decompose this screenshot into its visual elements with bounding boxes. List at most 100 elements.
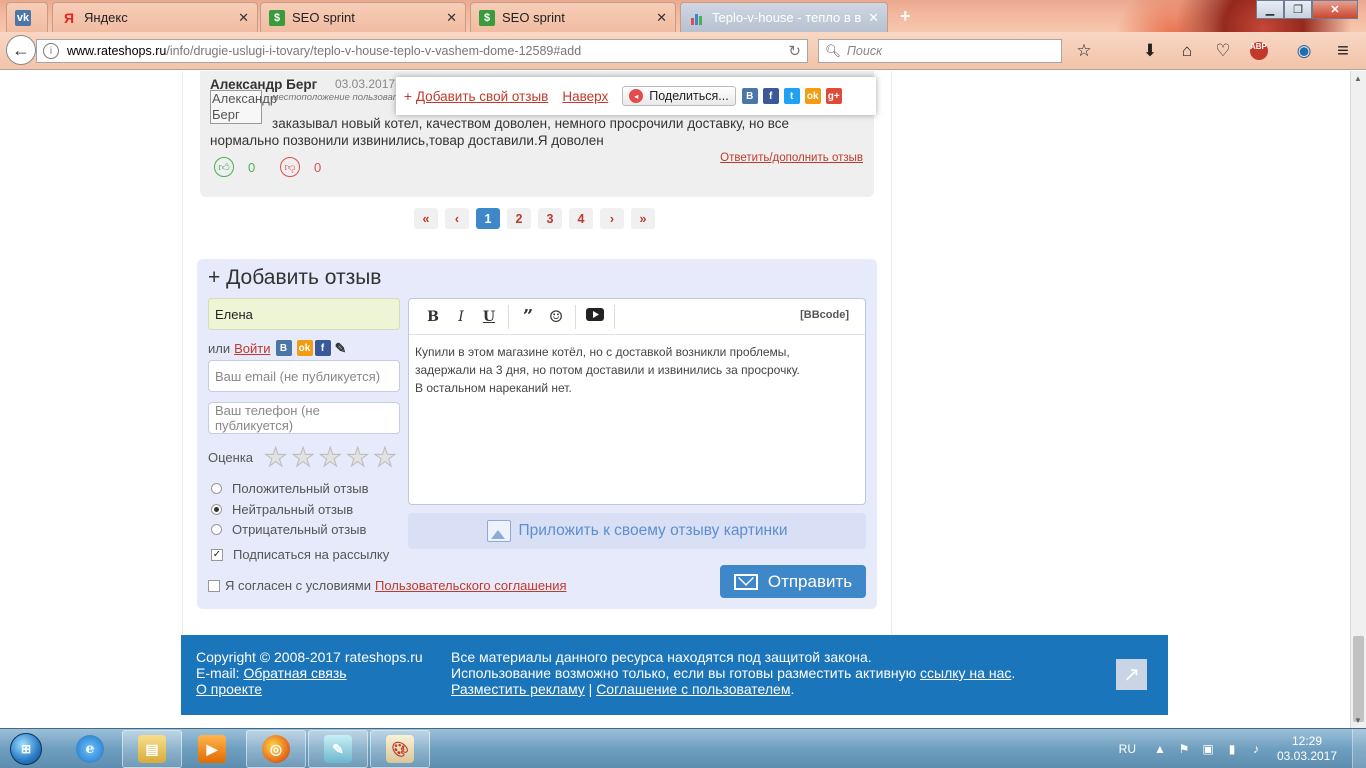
ads-link[interactable]: Разместить рекламу [451, 681, 585, 697]
page-1[interactable]: 1 [476, 208, 500, 229]
maximize-button[interactable]: ❐ [1284, 0, 1312, 19]
quote-icon[interactable]: ” [514, 306, 542, 327]
reload-icon[interactable]: ↻ [788, 42, 801, 60]
phone-field[interactable]: Ваш телефон (не публикуется) [208, 402, 400, 434]
close-icon[interactable]: ✕ [868, 10, 879, 26]
flag-icon[interactable]: ⚑ [1176, 741, 1192, 757]
link-to-us[interactable]: ссылку на нас [920, 665, 1011, 681]
tab-teplo-v-house[interactable]: Teplo-v-house - тепло в в... ✕ [680, 2, 888, 32]
language-indicator[interactable]: RU [1119, 742, 1136, 756]
scrollbar-thumb[interactable] [1353, 636, 1364, 722]
page-3[interactable]: 3 [538, 208, 562, 229]
taskbar-ie[interactable]: e [60, 730, 120, 768]
url-bar[interactable]: i www.rateshops.ru /info/drugie-uslugi-i… [36, 39, 808, 63]
rating-star-icon[interactable]: ★ [373, 444, 397, 471]
like-button[interactable]: 👍︎ 0 [214, 157, 255, 177]
video-icon[interactable] [581, 308, 609, 325]
close-icon[interactable]: ✕ [238, 10, 249, 26]
radio-button[interactable] [211, 504, 222, 515]
download-icon[interactable]: ⬇ [1140, 41, 1160, 61]
bookmark-star-icon[interactable]: ☆ [1074, 41, 1094, 61]
twitter-share-icon[interactable]: t [783, 88, 800, 104]
feedback-link[interactable]: Обратная связь [243, 665, 346, 681]
volume-icon[interactable]: ♪ [1248, 741, 1264, 757]
name-input[interactable]: Елена [208, 298, 400, 330]
tab-vk[interactable]: vk [6, 2, 48, 32]
add-review-link[interactable]: Добавить свой отзыв [416, 89, 548, 104]
agree-checkbox[interactable] [208, 579, 220, 592]
share-button[interactable]: ◂ Поделиться... [622, 86, 736, 106]
page-4[interactable]: 4 [569, 208, 593, 229]
pocket-icon[interactable]: ♡ [1213, 41, 1233, 61]
taskbar-explorer[interactable]: ▤ [122, 730, 182, 768]
page-2[interactable]: 2 [507, 208, 531, 229]
clock[interactable]: 12:29 03.03.2017 [1272, 734, 1342, 764]
vk-login-icon[interactable]: В [275, 340, 292, 356]
signal-icon[interactable]: ▮ [1224, 741, 1240, 757]
rating-star-icon[interactable]: ★ [345, 444, 369, 471]
eye-extension-icon[interactable]: ◉ [1294, 41, 1314, 61]
underline-button[interactable]: U [475, 309, 503, 325]
about-link[interactable]: О проекте [196, 681, 262, 697]
page-first[interactable]: « [414, 208, 438, 229]
openid-login-icon[interactable]: ✎ [333, 340, 349, 356]
show-desktop-button[interactable] [1352, 729, 1366, 768]
email-field[interactable]: Ваш email (не публикуется) [208, 360, 400, 392]
to-top-link[interactable]: Наверх [562, 89, 608, 104]
radio-button[interactable] [211, 483, 222, 494]
subscribe-row[interactable]: ✓ Подписаться на рассылку [211, 547, 389, 562]
review-textarea[interactable]: Купили в этом магазине котёл, но с доста… [409, 335, 865, 405]
ok-share-icon[interactable]: ok [804, 88, 821, 104]
ok-login-icon[interactable]: ok [296, 340, 313, 356]
agreement-link[interactable]: Пользовательского соглашения [375, 578, 567, 593]
close-window-button[interactable]: ✕ [1312, 0, 1358, 19]
rating-star-icon[interactable]: ★ [291, 444, 315, 471]
radio-button[interactable] [211, 524, 222, 535]
minimize-button[interactable]: ▁ [1256, 0, 1284, 19]
close-icon[interactable]: ✕ [446, 10, 457, 26]
send-button[interactable]: Отправить [720, 565, 866, 598]
scroll-top-button[interactable]: ↗ [1116, 659, 1147, 690]
adblock-icon[interactable]: ABP [1250, 42, 1268, 60]
page-scrollbar[interactable]: ▲ ▼ [1350, 71, 1366, 728]
tab-yandex[interactable]: Я Яндекс ✕ [52, 2, 258, 32]
taskbar-paint[interactable]: 🎨︎ [370, 730, 430, 768]
bbcode-toggle[interactable]: [BBcode] [800, 309, 849, 321]
scroll-up-icon[interactable]: ▲ [1354, 74, 1362, 83]
new-tab-button[interactable]: + [900, 6, 911, 27]
show-hidden-icons-icon[interactable]: ▲ [1152, 741, 1168, 757]
page-prev[interactable]: ‹ [445, 208, 469, 229]
bold-button[interactable]: B [419, 309, 447, 325]
reply-link[interactable]: Ответить/дополнить отзыв [720, 152, 863, 164]
facebook-share-icon[interactable]: f [762, 88, 779, 104]
facebook-login-icon[interactable]: f [314, 340, 331, 356]
dislike-button[interactable]: 👎︎ 0 [280, 157, 321, 177]
scroll-down-icon[interactable]: ▼ [1354, 716, 1362, 725]
taskbar-media-player[interactable]: ▶ [182, 730, 242, 768]
close-icon[interactable]: ✕ [656, 10, 667, 26]
page-next[interactable]: › [600, 208, 624, 229]
attach-images-button[interactable]: Приложить к своему отзыву картинки [408, 513, 866, 549]
vk-share-icon[interactable]: B [741, 88, 758, 104]
login-link[interactable]: Войти [234, 341, 270, 356]
smiley-icon[interactable]: ☺ [542, 307, 570, 326]
rating-star-icon[interactable]: ★ [318, 444, 342, 471]
radio-negative[interactable]: Отрицательный отзыв [211, 522, 366, 537]
radio-neutral[interactable]: Нейтральный отзыв [211, 502, 353, 517]
italic-button[interactable]: I [447, 309, 475, 325]
device-icon[interactable]: ▣ [1200, 741, 1216, 757]
googleplus-share-icon[interactable]: g+ [825, 88, 842, 104]
back-button[interactable]: ← [6, 35, 36, 65]
search-input[interactable]: 🔍︎ Поиск [818, 39, 1062, 63]
subscribe-checkbox[interactable]: ✓ [211, 548, 223, 561]
menu-icon[interactable]: ≡ [1333, 40, 1353, 62]
taskbar-notepad[interactable]: ✎ [308, 730, 368, 768]
user-agreement-link[interactable]: Соглашение с пользователем [596, 681, 790, 697]
page-last[interactable]: » [631, 208, 655, 229]
taskbar-firefox[interactable]: ◎ [246, 730, 306, 768]
home-icon[interactable]: ⌂ [1177, 41, 1197, 61]
rating-star-icon[interactable]: ★ [264, 444, 288, 471]
start-button[interactable]: ⊞ [2, 730, 50, 768]
radio-positive[interactable]: Положительный отзыв [211, 481, 369, 496]
tab-seosprint-2[interactable]: $ SEO sprint ✕ [470, 2, 676, 32]
